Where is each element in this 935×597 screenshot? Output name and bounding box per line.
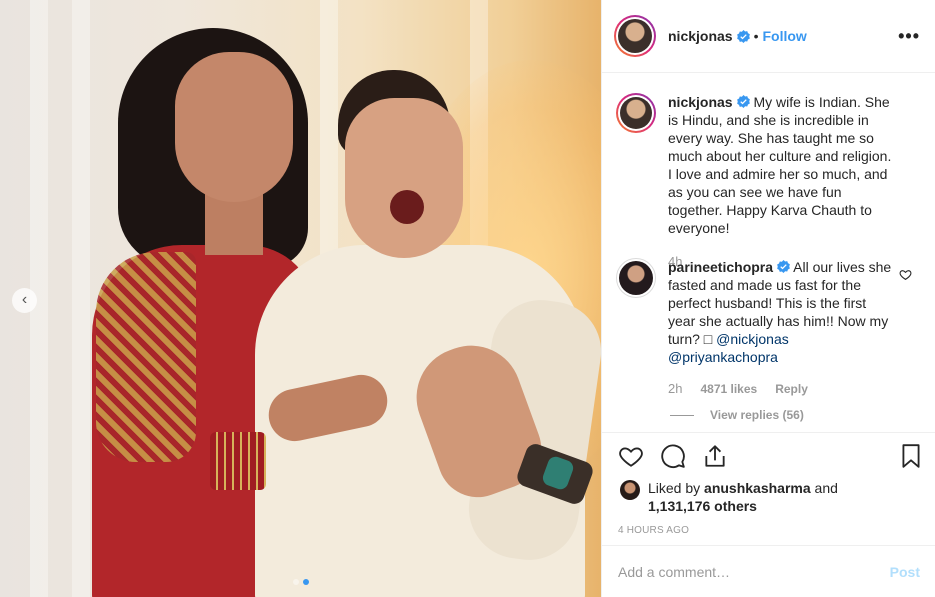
woman-face <box>175 52 293 202</box>
comment-heart-icon[interactable] <box>899 268 912 281</box>
post-caption: nickjonas My wife is Indian. She is Hind… <box>616 93 922 271</box>
carousel-dot-2 <box>302 579 309 585</box>
red-bangles <box>210 432 266 490</box>
caption-username[interactable]: nickjonas <box>668 94 733 110</box>
verified-badge-icon <box>736 95 750 108</box>
verified-badge-icon <box>777 260 790 273</box>
liked-by-prefix: Liked by <box>648 480 701 496</box>
view-replies-label: View replies (56) <box>710 408 804 422</box>
comment-item: parineetichopra All our lives she fasted… <box>616 258 922 398</box>
caption-text: My wife is Indian. She is Hindu, and she… <box>668 94 892 236</box>
header-separator: • <box>753 28 759 44</box>
follow-button[interactable]: Follow <box>763 28 807 44</box>
bookmark-icon[interactable] <box>898 443 924 469</box>
liked-by-others[interactable]: 1,131,176 others <box>648 498 757 514</box>
man-face <box>345 98 463 258</box>
post-side-panel: nickjonas • Follow ••• nickjonas My wife… <box>601 0 935 597</box>
liked-by: Liked by anushkasharma and 1,131,176 oth… <box>602 479 935 515</box>
caption-avatar[interactable] <box>616 93 656 133</box>
share-icon[interactable] <box>702 443 728 469</box>
commenter-username[interactable]: parineetichopra <box>668 259 773 275</box>
post-photo: ‹ <box>0 0 601 597</box>
saree-embroidery <box>96 252 196 462</box>
author-username[interactable]: nickjonas <box>668 28 733 44</box>
comment-likes[interactable]: 4871 likes <box>700 380 757 398</box>
carousel-dot-1 <box>292 579 299 585</box>
add-comment-input[interactable] <box>618 563 890 580</box>
more-options-icon[interactable]: ••• <box>898 26 920 47</box>
commenter-avatar[interactable] <box>616 258 656 298</box>
view-replies-button[interactable]: View replies (56) <box>670 408 804 422</box>
carousel-dots <box>0 579 601 585</box>
add-comment-bar: Post <box>602 545 935 597</box>
mention-priyankachopra[interactable]: @priyankachopra <box>668 349 778 365</box>
mention-nickjonas[interactable]: @nickjonas <box>716 331 789 347</box>
reply-button[interactable]: Reply <box>775 380 808 398</box>
replies-divider <box>670 414 694 416</box>
author-avatar[interactable] <box>614 15 656 57</box>
verified-badge-icon <box>736 29 750 43</box>
post-header: nickjonas • Follow ••• <box>602 0 935 73</box>
instagram-post: ‹ nickjonas • Follow ••• nickjonas My wi… <box>0 0 935 597</box>
post-timestamp[interactable]: 4 HOURS AGO <box>602 525 935 536</box>
post-comment-button[interactable]: Post <box>890 564 920 580</box>
liker-avatar[interactable] <box>620 480 640 500</box>
liked-by-user[interactable]: anushkasharma <box>704 480 811 496</box>
post-actions: Liked by anushkasharma and 1,131,176 oth… <box>602 432 935 536</box>
heart-icon[interactable] <box>618 443 644 469</box>
carousel-prev-button[interactable]: ‹ <box>12 288 37 313</box>
comment-icon[interactable] <box>660 443 686 469</box>
comment-time: 2h <box>668 381 683 396</box>
liked-by-and: and <box>814 480 838 496</box>
